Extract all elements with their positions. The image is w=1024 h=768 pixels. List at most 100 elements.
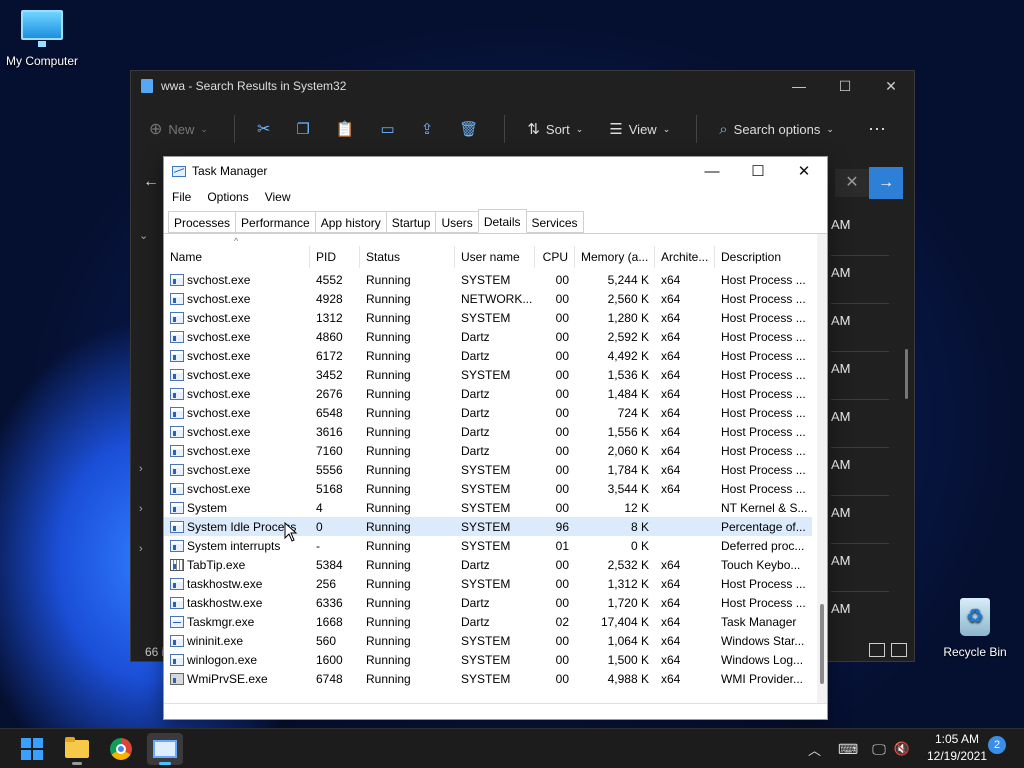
new-button[interactable]: ⊕ New ⌄	[149, 119, 208, 139]
process-row[interactable]: svchost.exe 4552 Running SYSTEM 00 5,244 K x64…	[164, 270, 812, 289]
taskbar-file-explorer[interactable]	[59, 733, 95, 765]
process-row[interactable]: taskhostw.exe 256 Running SYSTEM 00 1,312 K x6…	[164, 574, 812, 593]
process-user: SYSTEM	[461, 652, 511, 667]
process-row[interactable]: svchost.exe 4928 Running NETWORK... 00 2,560 …	[164, 289, 812, 308]
chevron-right-icon[interactable]: ›	[139, 463, 143, 475]
search-go-button[interactable]: →	[869, 167, 903, 199]
process-row[interactable]: System Idle Process 0 Running SYSTEM 96 8 K Pe…	[164, 517, 812, 536]
process-row[interactable]: winlogon.exe 1600 Running SYSTEM 00 1,500 K x6…	[164, 650, 812, 669]
menu-file[interactable]: File	[172, 190, 191, 204]
column-header-cpu[interactable]: CPU	[535, 246, 575, 268]
back-button[interactable]: ←	[143, 173, 159, 191]
maximize-button[interactable]: ☐	[735, 157, 781, 187]
active-indicator	[159, 762, 171, 765]
process-name-cell: System	[164, 501, 310, 515]
keyboard-icon[interactable]: ⌨	[838, 741, 858, 758]
process-user: SYSTEM	[461, 633, 511, 648]
process-memory: 5,244 K	[607, 272, 649, 287]
process-pid: 5168	[316, 481, 343, 496]
close-button[interactable]: ✕	[868, 71, 914, 101]
process-row[interactable]: svchost.exe 3616 Running Dartz 00 1,556 K x64 H…	[164, 422, 812, 441]
chevron-up-icon[interactable]: ︿	[808, 740, 826, 759]
share-button[interactable]: ⇪	[421, 120, 434, 138]
scrollbar-thumb[interactable]	[820, 604, 824, 684]
process-cpu: 00	[555, 671, 569, 686]
column-header-memory[interactable]: Memory (a...	[575, 246, 655, 268]
tab-app-history[interactable]: App history	[314, 211, 387, 233]
chevron-right-icon[interactable]: ›	[139, 543, 143, 555]
minimize-button[interactable]: —	[776, 71, 822, 101]
menu-options[interactable]: Options	[207, 190, 248, 204]
close-button[interactable]: ✕	[781, 157, 827, 187]
process-row[interactable]: System interrupts - Running SYSTEM 01 0 K Defe…	[164, 536, 812, 555]
sort-button[interactable]: ⇅ Sort ⌄	[527, 120, 583, 138]
column-header-description[interactable]: Description	[715, 246, 812, 268]
copy-button[interactable]: ❐	[296, 120, 309, 138]
process-architecture: x64	[661, 329, 681, 344]
desktop-icon-recycle-bin[interactable]: ♻ Recycle Bin	[933, 598, 1017, 659]
process-cpu: 00	[555, 291, 569, 306]
process-row[interactable]: wininit.exe 560 Running SYSTEM 00 1,064 K x64 W…	[164, 631, 812, 650]
process-description: Task Manager	[721, 614, 797, 629]
process-row[interactable]: taskhostw.exe 6336 Running Dartz 00 1,720 K x6…	[164, 593, 812, 612]
clear-search-button[interactable]: ✕	[835, 169, 869, 197]
desktop-icon-my-computer[interactable]: My Computer	[0, 10, 84, 68]
result-divider	[831, 543, 889, 544]
process-architecture: x64	[661, 595, 681, 610]
menu-view[interactable]: View	[265, 190, 291, 204]
task-manager-window: Task Manager — ☐ ✕ File Options View Pro…	[163, 156, 828, 720]
folder-icon	[141, 79, 153, 93]
view-button[interactable]: ☰ View ⌄	[609, 120, 670, 138]
start-button[interactable]	[14, 733, 50, 765]
explorer-scrollbar[interactable]	[905, 349, 908, 399]
column-header-user-name[interactable]: User name	[455, 246, 535, 268]
process-row[interactable]: svchost.exe 2676 Running Dartz 00 1,484 K x64 H…	[164, 384, 812, 403]
process-row[interactable]: svchost.exe 7160 Running Dartz 00 2,060 K x64 H…	[164, 441, 812, 460]
chevron-right-icon[interactable]: ›	[139, 503, 143, 515]
process-row[interactable]: WmiPrvSE.exe 6748 Running SYSTEM 00 4,988 K x6…	[164, 669, 812, 688]
notification-badge[interactable]: 2	[988, 736, 1006, 754]
delete-button[interactable]: 🗑	[459, 120, 478, 138]
process-row[interactable]: svchost.exe 4860 Running Dartz 00 2,592 K x64 H…	[164, 327, 812, 346]
network-icon[interactable]: 🖵	[872, 741, 886, 758]
tab-processes[interactable]: Processes	[168, 211, 237, 233]
minimize-button[interactable]: —	[689, 157, 735, 187]
process-status: Running	[366, 633, 411, 648]
paste-button[interactable]: 📋	[336, 120, 355, 138]
details-scrollbar[interactable]	[817, 234, 827, 704]
process-icon	[170, 577, 184, 590]
column-header-pid[interactable]: PID	[310, 246, 360, 268]
process-architecture: x64	[661, 272, 681, 287]
more-options-button[interactable]: ⋯	[868, 119, 886, 140]
process-row[interactable]: System 4 Running SYSTEM 00 12 K NT Kernel & S.…	[164, 498, 812, 517]
rename-button[interactable]: ▭	[381, 120, 395, 138]
column-header-name[interactable]: Name	[164, 246, 310, 268]
tab-performance[interactable]: Performance	[235, 211, 316, 233]
taskbar-chrome[interactable]	[103, 733, 139, 765]
process-row[interactable]: Taskmgr.exe 1668 Running Dartz 02 17,404 K x64…	[164, 612, 812, 631]
process-row[interactable]: svchost.exe 5168 Running SYSTEM 00 3,544 K x64…	[164, 479, 812, 498]
search-options-button[interactable]: ⌕ Search options ⌄	[719, 121, 834, 138]
process-row[interactable]: TabTip.exe 5384 Running Dartz 00 2,532 K x64 To…	[164, 555, 812, 574]
process-row[interactable]: svchost.exe 1312 Running SYSTEM 00 1,280 K x64…	[164, 308, 812, 327]
process-row[interactable]: svchost.exe 3452 Running SYSTEM 00 1,536 K x64…	[164, 365, 812, 384]
column-header-architecture[interactable]: Archite...	[655, 246, 715, 268]
tiles-view-button[interactable]	[891, 643, 907, 657]
maximize-button[interactable]: ☐	[822, 71, 868, 101]
process-status: Running	[366, 538, 411, 553]
process-pid: 7160	[316, 443, 343, 458]
taskbar-task-manager[interactable]	[147, 733, 183, 765]
process-row[interactable]: svchost.exe 5556 Running SYSTEM 00 1,784 K x64…	[164, 460, 812, 479]
process-row[interactable]: svchost.exe 6548 Running Dartz 00 724 K x64 Hos…	[164, 403, 812, 422]
cut-button[interactable]: ✂	[257, 119, 270, 139]
tab-services[interactable]: Services	[525, 211, 584, 233]
process-row[interactable]: svchost.exe 6172 Running Dartz 00 4,492 K x64 H…	[164, 346, 812, 365]
volume-muted-icon[interactable]: 🔇	[894, 741, 910, 757]
tab-users[interactable]: Users	[435, 211, 479, 233]
chevron-down-icon[interactable]: ⌄	[139, 229, 148, 242]
details-view-button[interactable]	[869, 643, 885, 657]
tab-startup[interactable]: Startup	[385, 211, 437, 233]
tab-details[interactable]: Details	[477, 209, 527, 233]
column-header-status[interactable]: Status	[360, 246, 455, 268]
taskbar-clock[interactable]: 1:05 AM 12/19/2021	[918, 731, 996, 765]
